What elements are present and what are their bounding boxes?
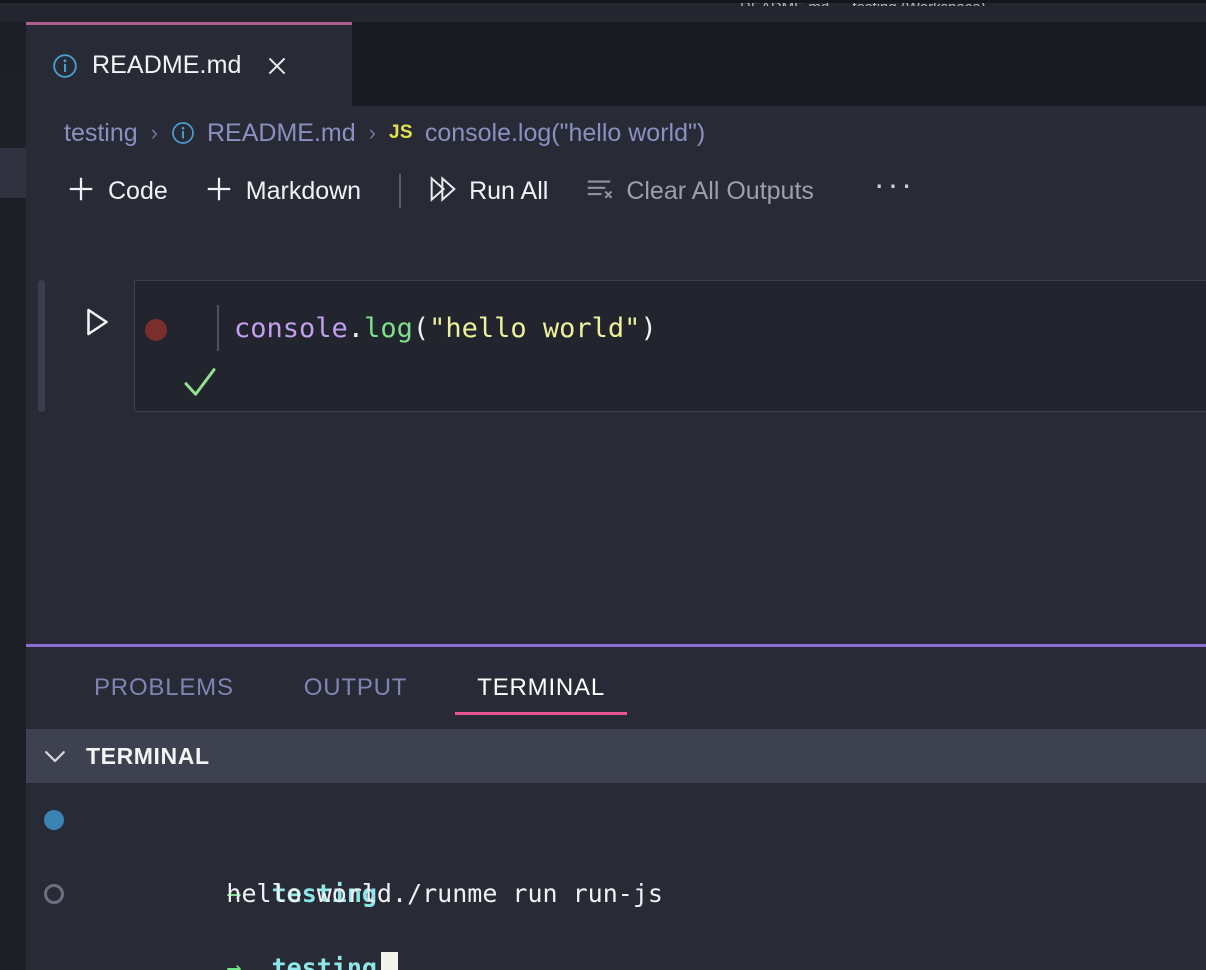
plus-icon (66, 174, 96, 209)
cell-focus-indicator (38, 280, 45, 412)
activity-bar-block (0, 78, 26, 148)
code-token-paren-open: ( (412, 313, 430, 344)
tab-terminal[interactable]: TERMINAL (455, 647, 627, 729)
command-decoration-success-icon[interactable] (44, 810, 64, 830)
command-decoration-idle-icon[interactable] (44, 884, 64, 904)
close-icon[interactable] (264, 53, 290, 79)
breadcrumb-label: README.md (207, 118, 356, 147)
add-code-cell-label: Code (108, 176, 168, 205)
breadcrumb-label: testing (64, 118, 138, 147)
info-circle-icon (171, 121, 195, 145)
play-triangle-icon (87, 308, 108, 336)
terminal-section-header[interactable]: TERMINAL (26, 729, 1206, 783)
cell-code-line[interactable]: console.log("hello world") (234, 312, 657, 346)
cell-status-success (179, 361, 221, 403)
notebook-editor: console.log("hello world") (26, 222, 1206, 645)
breadcrumb-separator: › (368, 120, 376, 145)
breadcrumb: testing › README.md › JS console.log("he… (26, 106, 1206, 160)
terminal-cursor (380, 952, 398, 970)
code-token-paren-close: ) (640, 313, 657, 344)
code-token-dot: . (347, 313, 365, 344)
terminal-current-prompt-line[interactable]: → testing (26, 875, 1206, 970)
prompt-arrow-icon: → (226, 953, 242, 970)
add-markdown-cell-label: Markdown (245, 176, 362, 205)
clear-all-icon (584, 174, 614, 209)
js-badge-icon: JS (388, 122, 413, 143)
tab-output-label: OUTPUT (303, 674, 408, 701)
indent-guide (217, 305, 219, 351)
terminal-output-line: hello world (26, 838, 1206, 908)
toolbar-overflow-button[interactable]: ··· (874, 168, 915, 203)
plus-icon (204, 174, 234, 209)
notebook-toolbar: Code Markdown Run All Clear All Outputs … (26, 160, 1206, 222)
tab-output[interactable]: OUTPUT (282, 647, 429, 729)
run-all-icon (425, 173, 457, 210)
clear-all-outputs-button[interactable]: Clear All Outputs (584, 174, 828, 209)
add-code-cell-button[interactable]: Code (66, 174, 182, 209)
breadcrumb-item-folder[interactable]: testing (64, 119, 138, 148)
editor-tab-readme[interactable]: README.md (26, 22, 352, 106)
tab-problems-label: PROBLEMS (94, 674, 234, 701)
editor-tab-label: README.md (92, 51, 242, 79)
code-token-string: "hello world" (429, 313, 641, 344)
vscode-window: README.md — testing (Workspace) README.m… (0, 0, 1206, 970)
editor-tab-bar: README.md (26, 22, 1206, 106)
chevron-down-icon[interactable] (40, 741, 70, 771)
panel-tab-list: PROBLEMS OUTPUT TERMINAL (26, 647, 1206, 729)
terminal-prompt-line: → testing ./runme run run-js (26, 801, 1206, 908)
terminal-cwd: testing (271, 953, 377, 970)
terminal-section-label: TERMINAL (86, 742, 210, 769)
bottom-panel: PROBLEMS OUTPUT TERMINAL TERMINAL → test… (26, 647, 1206, 970)
breadcrumb-label: console.log("hello world") (424, 118, 706, 147)
window-title: README.md — testing (Workspace) (740, 0, 1140, 6)
breadcrumb-item-file[interactable]: README.md (171, 119, 356, 148)
breakpoint-dot[interactable] (145, 319, 167, 341)
add-markdown-cell-button[interactable]: Markdown (204, 174, 375, 209)
cell-run-button[interactable] (76, 302, 116, 342)
breadcrumb-separator: › (150, 120, 158, 145)
code-token-function: log (364, 313, 413, 344)
activity-bar[interactable] (0, 22, 26, 970)
code-token-object: console (234, 313, 348, 344)
clear-all-outputs-label: Clear All Outputs (626, 176, 814, 205)
info-circle-icon (52, 53, 78, 79)
activity-bar-block-active (0, 148, 26, 198)
tab-problems[interactable]: PROBLEMS (72, 647, 256, 729)
tab-terminal-label: TERMINAL (477, 674, 605, 701)
run-all-button[interactable]: Run All (425, 173, 562, 210)
terminal-view[interactable]: → testing ./runme run run-js hello world… (26, 783, 1206, 970)
notebook-cell[interactable]: console.log("hello world") (26, 280, 1206, 412)
cell-editor[interactable]: console.log("hello world") (134, 280, 1206, 412)
check-icon (184, 368, 216, 396)
window-titlebar: README.md — testing (Workspace) (0, 0, 1206, 22)
toolbar-divider (399, 174, 402, 208)
breadcrumb-item-symbol[interactable]: JS console.log("hello world") (389, 119, 705, 148)
run-all-label: Run All (469, 176, 549, 205)
